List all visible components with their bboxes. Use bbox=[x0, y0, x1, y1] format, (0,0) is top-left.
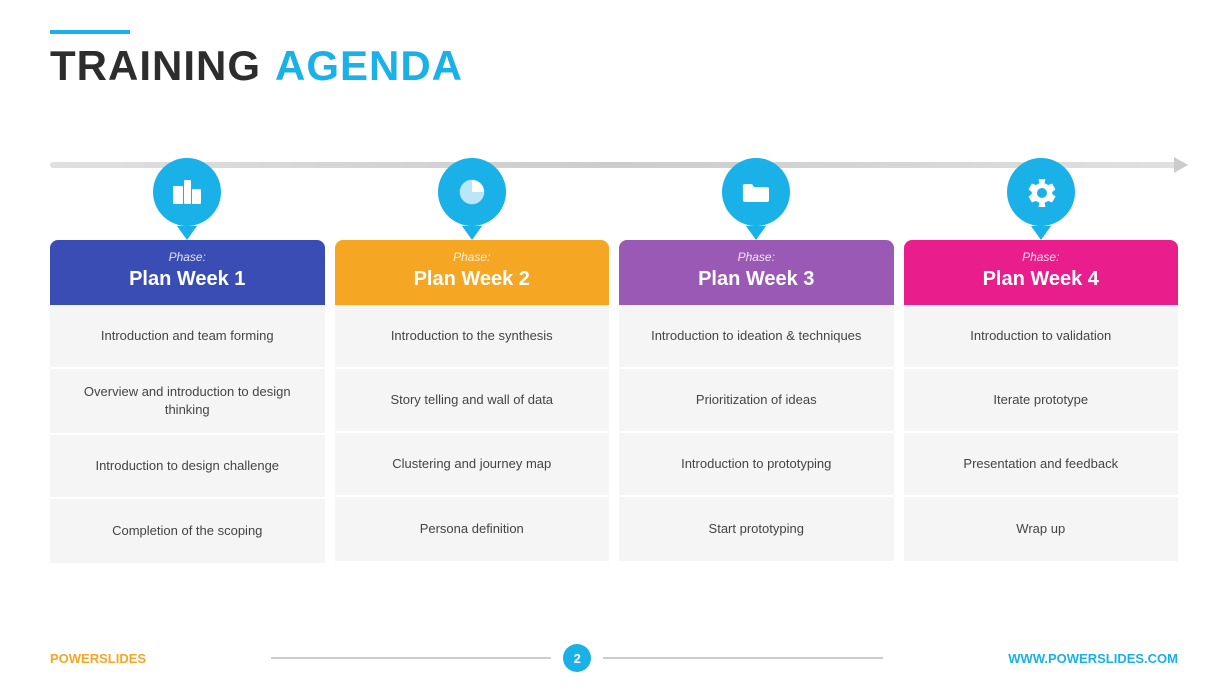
icon-bubble-container-2 bbox=[335, 130, 610, 240]
list-item: Wrap up bbox=[904, 497, 1179, 561]
footer-page-number: 2 bbox=[563, 644, 591, 672]
list-item: Introduction to design challenge bbox=[50, 435, 325, 499]
bubble-pointer-3 bbox=[746, 226, 766, 240]
phase-label-2: Phase: bbox=[349, 250, 596, 264]
phase-label-1: Phase: bbox=[64, 250, 311, 264]
list-item: Clustering and journey map bbox=[335, 433, 610, 497]
footer-brand: POWERSLIDES bbox=[50, 651, 146, 666]
folder-icon bbox=[722, 158, 790, 226]
footer-line-left bbox=[271, 657, 551, 659]
phase-card-week2: Phase: Plan Week 2 bbox=[335, 240, 610, 305]
page: TRAINING AGENDA bbox=[0, 0, 1228, 690]
icon-bubble-wrap-2 bbox=[438, 158, 506, 240]
phase-label-3: Phase: bbox=[633, 250, 880, 264]
items-list-3: Introduction to ideation & techniques Pr… bbox=[619, 305, 894, 561]
column-week4: Phase: Plan Week 4 Introduction to valid… bbox=[904, 130, 1179, 563]
icon-bubble-container-4 bbox=[904, 130, 1179, 240]
building-icon bbox=[153, 158, 221, 226]
items-list-2: Introduction to the synthesis Story tell… bbox=[335, 305, 610, 561]
icon-bubble-wrap-4 bbox=[1007, 158, 1075, 240]
phase-card-week4: Phase: Plan Week 4 bbox=[904, 240, 1179, 305]
bubble-pointer-1 bbox=[177, 226, 197, 240]
phase-card-week3: Phase: Plan Week 3 bbox=[619, 240, 894, 305]
phase-title-3: Plan Week 3 bbox=[633, 268, 880, 291]
items-list-1: Introduction and team forming Overview a… bbox=[50, 305, 325, 563]
list-item: Introduction and team forming bbox=[50, 305, 325, 369]
list-item: Story telling and wall of data bbox=[335, 369, 610, 433]
list-item: Overview and introduction to design thin… bbox=[50, 369, 325, 435]
icon-bubble-container-3 bbox=[619, 130, 894, 240]
footer: POWERSLIDES 2 WWW.POWERSLIDES.COM bbox=[50, 644, 1178, 672]
bubble-pointer-2 bbox=[462, 226, 482, 240]
title-training: TRAINING bbox=[50, 42, 261, 90]
list-item: Iterate prototype bbox=[904, 369, 1179, 433]
list-item: Start prototyping bbox=[619, 497, 894, 561]
column-week3: Phase: Plan Week 3 Introduction to ideat… bbox=[619, 130, 894, 563]
bubble-pointer-4 bbox=[1031, 226, 1051, 240]
title-agenda: AGENDA bbox=[275, 42, 463, 90]
phase-card-week1: Phase: Plan Week 1 bbox=[50, 240, 325, 305]
list-item: Introduction to prototyping bbox=[619, 433, 894, 497]
list-item: Introduction to the synthesis bbox=[335, 305, 610, 369]
phase-label-4: Phase: bbox=[918, 250, 1165, 264]
list-item: Completion of the scoping bbox=[50, 499, 325, 563]
list-item: Introduction to validation bbox=[904, 305, 1179, 369]
list-item: Presentation and feedback bbox=[904, 433, 1179, 497]
gear-icon bbox=[1007, 158, 1075, 226]
pie-chart-icon bbox=[438, 158, 506, 226]
list-item: Persona definition bbox=[335, 497, 610, 561]
items-list-4: Introduction to validation Iterate proto… bbox=[904, 305, 1179, 561]
phase-title-1: Plan Week 1 bbox=[64, 268, 311, 291]
accent-line bbox=[50, 30, 130, 34]
icon-bubble-wrap-1 bbox=[153, 158, 221, 240]
phase-title-4: Plan Week 4 bbox=[918, 268, 1165, 291]
phase-title-2: Plan Week 2 bbox=[349, 268, 596, 291]
footer-center: 2 bbox=[146, 644, 1008, 672]
brand-part2: SLIDES bbox=[99, 651, 146, 666]
list-item: Introduction to ideation & techniques bbox=[619, 305, 894, 369]
icon-bubble-wrap-3 bbox=[722, 158, 790, 240]
column-week2: Phase: Plan Week 2 Introduction to the s… bbox=[335, 130, 610, 563]
footer-line-right bbox=[603, 657, 883, 659]
list-item: Prioritization of ideas bbox=[619, 369, 894, 433]
title-row: TRAINING AGENDA bbox=[50, 42, 1178, 90]
brand-part1: POWER bbox=[50, 651, 99, 666]
column-week1: Phase: Plan Week 1 Introduction and team… bbox=[50, 130, 325, 563]
icon-bubble-container-1 bbox=[50, 130, 325, 240]
footer-website: WWW.POWERSLIDES.COM bbox=[1008, 651, 1178, 666]
